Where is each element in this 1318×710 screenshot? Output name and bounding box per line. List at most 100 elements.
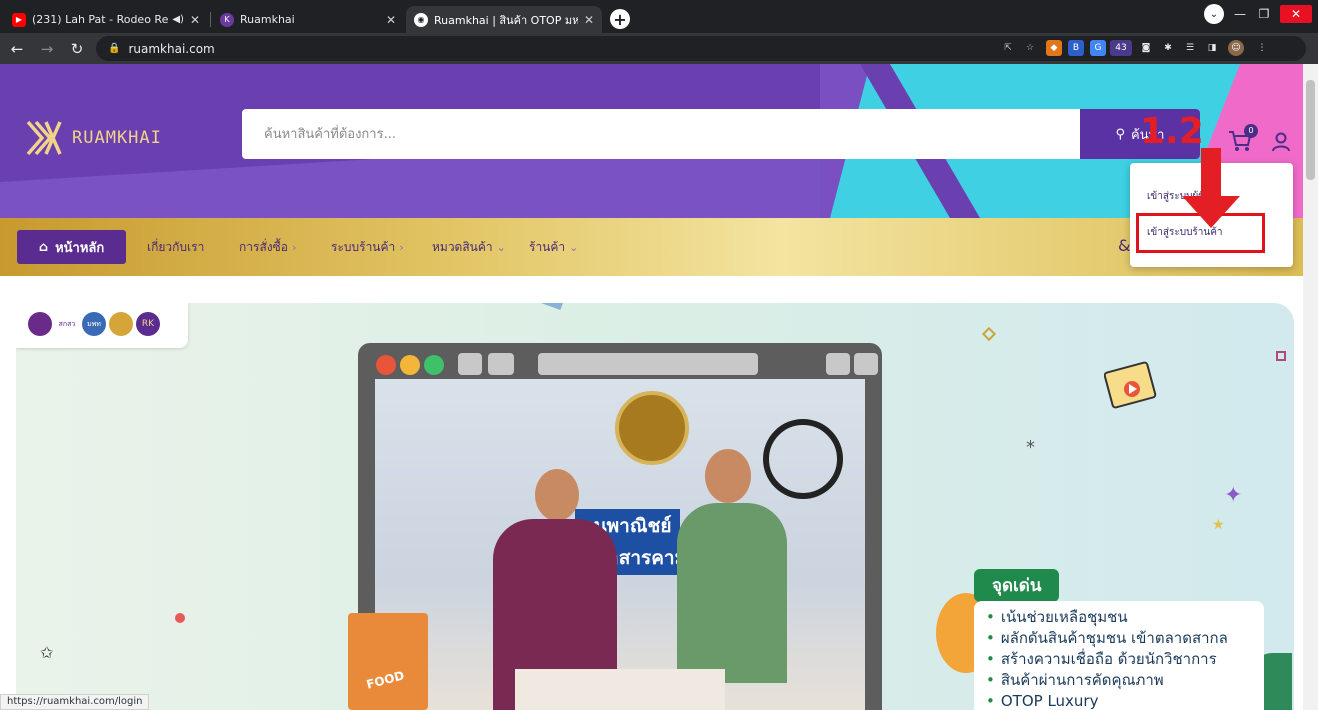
window-pill — [488, 353, 514, 375]
search-input[interactable] — [242, 109, 1080, 159]
home-label: หน้าหลัก — [55, 240, 105, 256]
government-seal-icon — [615, 391, 689, 465]
hero-banner: สกสว มพท RK * ✦ ★ ✩ านพาณิชย์ มหาสารคาม — [16, 303, 1294, 710]
partner-msu-text: มพท — [87, 320, 101, 328]
decor-shape — [541, 303, 565, 311]
nav-ordering[interactable]: การสั่งซื้อ › — [239, 238, 296, 257]
browser-tab-active[interactable]: ◉ Ruamkhai | สินค้า OTOP มหาสารคาม ✕ — [406, 6, 602, 33]
home-button[interactable]: ⌂ หน้าหลัก — [17, 230, 126, 264]
translate-extension-icon[interactable]: G — [1090, 40, 1106, 56]
close-tab-icon[interactable]: ✕ — [386, 13, 396, 27]
browser-toolbar: ← → ↻ 🔒 ruamkhai.com ⇱ ☆ ◆ B G 43 ◙ ✱ ☰ … — [0, 33, 1318, 64]
partner-tsri-text: สกสว — [58, 320, 76, 328]
search-bar: ⚲ ค้นหา — [242, 109, 1200, 159]
window-controls: ⌄ — ❐ ✕ — [1204, 4, 1312, 24]
nav-categories[interactable]: หมวดสินค้า ⌄ — [432, 238, 506, 257]
ring-light-icon — [763, 419, 843, 499]
ruamkhai-logo-icon — [26, 120, 62, 156]
food-stall-illustration: FOOD — [348, 613, 428, 710]
tab-title: Ruamkhai | สินค้า OTOP มหาสารคาม — [434, 13, 578, 27]
side-panel-icon[interactable]: ◨ — [1204, 40, 1220, 56]
user-icon[interactable] — [1272, 132, 1290, 152]
tab-search-icon[interactable]: ⌄ — [1204, 4, 1224, 24]
nav-shop-system[interactable]: ระบบร้านค้า › — [331, 238, 404, 257]
metamask-extension-icon[interactable]: ◆ — [1046, 40, 1062, 56]
back-icon[interactable]: ← — [4, 40, 30, 58]
minimize-icon[interactable]: — — [1232, 7, 1248, 21]
highlight-item: สร้างความเชื่อถือ ด้วยนักวิชาการ — [986, 649, 1264, 670]
main-nav: ⌂ หน้าหลัก เกี่ยวกับเรา การสั่งซื้อ › ระบ… — [0, 218, 1303, 276]
extension-badge-icon[interactable]: 43 — [1110, 40, 1132, 56]
globe-icon: ◉ — [414, 12, 428, 27]
window-pill — [854, 353, 878, 375]
chevron-down-icon: ⌄ — [496, 241, 506, 254]
home-icon: ⌂ — [38, 239, 49, 255]
browser-tab-bar: ▶ (231) Lah Pat - Rodeo Remix ◀) ✕ K Rua… — [0, 0, 1318, 33]
tab-title: Ruamkhai — [240, 13, 295, 26]
window-dot-red — [376, 355, 396, 375]
decor-square — [1276, 351, 1286, 361]
close-window-icon[interactable]: ✕ — [1280, 5, 1312, 23]
search-icon: ⚲ — [1115, 126, 1126, 142]
camera-extension-icon[interactable]: ◙ — [1138, 40, 1154, 56]
chevron-down-icon: ⌄ — [569, 241, 579, 254]
nav-about[interactable]: เกี่ยวกับเรา — [147, 238, 204, 257]
presenter-head — [535, 469, 579, 521]
new-tab-button[interactable]: + — [610, 9, 630, 29]
window-pill — [458, 353, 482, 375]
highlights-title: จุดเด่น — [974, 569, 1060, 602]
site-logo[interactable]: RUAMKHAI — [24, 120, 162, 156]
bookmark-star-icon[interactable]: ☆ — [1022, 40, 1038, 56]
guest-head — [705, 449, 751, 503]
reading-list-icon[interactable]: ☰ — [1182, 40, 1198, 56]
url-text: ruamkhai.com — [128, 41, 215, 56]
youtube-icon: ▶ — [12, 12, 26, 27]
support-icon[interactable]: & — [1118, 236, 1130, 255]
speaker-icon[interactable]: ◀) — [172, 14, 184, 25]
decor-star: ✦ — [1224, 483, 1243, 508]
restore-icon[interactable]: ❐ — [1256, 7, 1272, 21]
desk — [515, 669, 725, 710]
page-scrollbar[interactable] — [1303, 64, 1318, 710]
highlight-item: OTOP Luxury — [986, 691, 1264, 710]
tab-title: (231) Lah Pat - Rodeo Remix — [32, 13, 169, 26]
highlights-list: เน้นช่วยเหลือชุมชน ผลักดันสินค้าชุมชน เข… — [974, 601, 1264, 710]
password-extension-icon[interactable]: B — [1068, 40, 1084, 56]
highlight-item: สินค้าผ่านการคัดคุณภาพ — [986, 670, 1264, 691]
decor-star: ★ — [1212, 517, 1225, 533]
ruamkhai-favicon-icon: K — [220, 12, 234, 27]
partner-logo-msu: มพท — [82, 312, 106, 336]
video-player-icon — [1104, 361, 1157, 409]
partner-logo-tsri: สกสว — [55, 312, 79, 336]
partner-logo-temple — [109, 312, 133, 336]
hero-screen-frame: านพาณิชย์ มหาสารคาม — [358, 343, 882, 710]
share-icon[interactable]: ⇱ — [1000, 40, 1016, 56]
annotation-step-number: 1.2 — [1140, 111, 1204, 152]
browser-tab-youtube[interactable]: ▶ (231) Lah Pat - Rodeo Remix ◀) ✕ — [4, 6, 208, 33]
nav-shops[interactable]: ร้านค้า ⌄ — [529, 238, 578, 257]
nav-shop-system-label: ระบบร้านค้า — [331, 240, 396, 254]
highlight-item: ผลักดันสินค้าชุมชน เข้าตลาดสากล — [986, 628, 1264, 649]
browser-tab-ruamkhai[interactable]: K Ruamkhai ✕ — [212, 6, 404, 33]
decor-asterisk: * — [1026, 437, 1035, 458]
chevron-right-icon: › — [399, 241, 404, 254]
reload-icon[interactable]: ↻ — [64, 40, 90, 58]
cart-count-badge: 0 — [1244, 124, 1258, 138]
nav-categories-label: หมวดสินค้า — [432, 240, 493, 254]
highlights-card: จุดเด่น เน้นช่วยเหลือชุมชน ผลักดันสินค้า… — [974, 569, 1264, 710]
close-tab-icon[interactable]: ✕ — [190, 13, 200, 27]
status-bar-url: https://ruamkhai.com/login — [0, 694, 150, 710]
partner-logo-1 — [28, 312, 52, 336]
site-header: RUAMKHAI ⚲ ค้นหา 0 — [0, 64, 1303, 218]
highlight-item: เน้นช่วยเหลือชุมชน — [986, 607, 1264, 628]
scrollbar-thumb[interactable] — [1306, 80, 1315, 180]
extensions-puzzle-icon[interactable]: ✱ — [1160, 40, 1176, 56]
partner-logos: สกสว มพท RK — [16, 303, 188, 348]
profile-avatar-icon[interactable]: ☺ — [1228, 40, 1244, 56]
menu-kebab-icon[interactable]: ⋮ — [1254, 40, 1270, 56]
chevron-right-icon: › — [291, 241, 297, 254]
forward-icon[interactable]: → — [34, 40, 60, 58]
lock-icon[interactable]: 🔒 — [108, 43, 120, 54]
close-tab-icon[interactable]: ✕ — [584, 13, 594, 27]
window-dot-yellow — [400, 355, 420, 375]
